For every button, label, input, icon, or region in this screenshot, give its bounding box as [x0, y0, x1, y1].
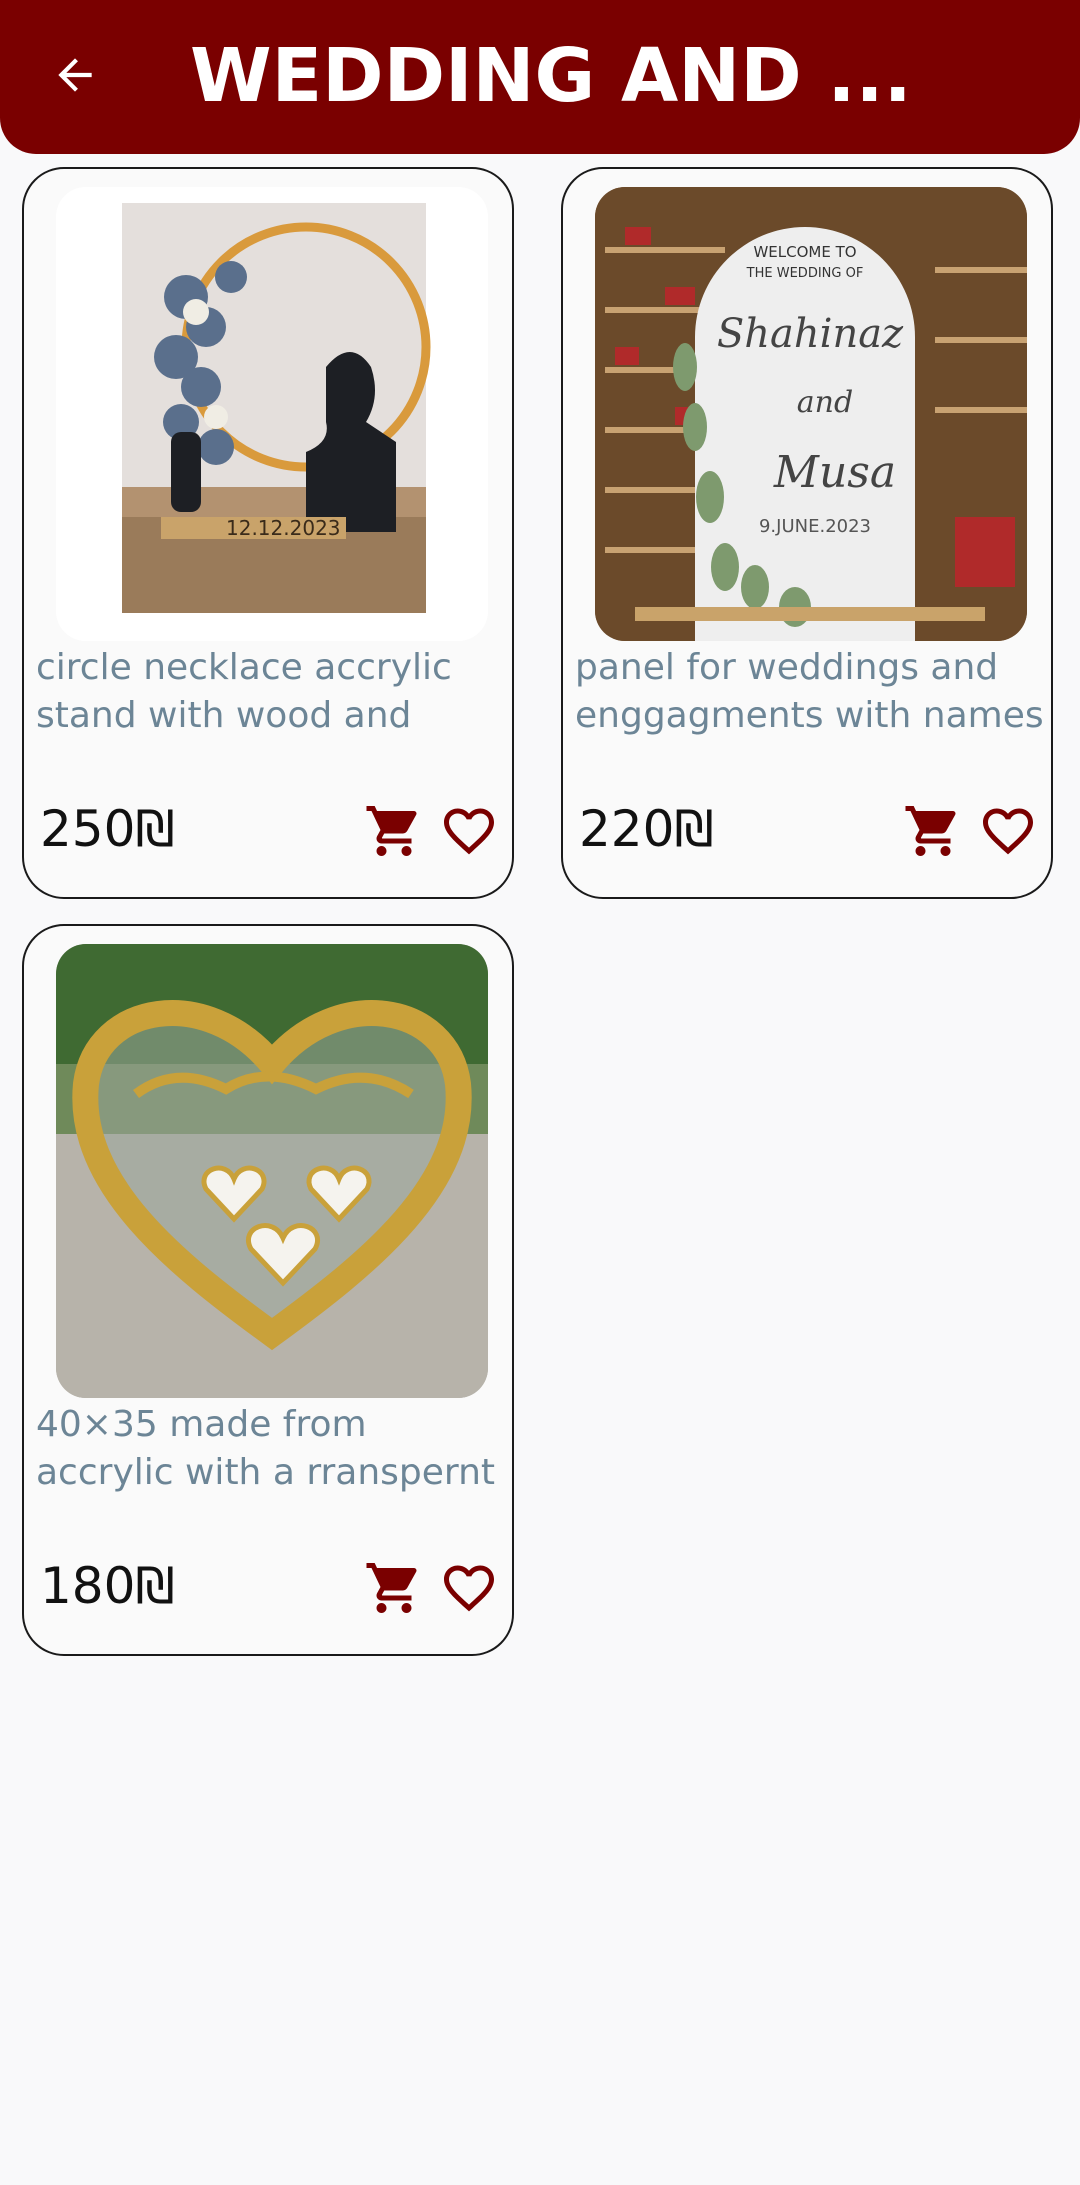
page-title: WEDDING AND ...: [190, 33, 912, 119]
product-card[interactable]: 40×35 made from accrylic with a rransper…: [22, 924, 514, 1656]
add-to-cart-button[interactable]: [364, 801, 424, 861]
heart-outline-icon: [444, 808, 494, 855]
shopping-cart-icon: [366, 1563, 417, 1613]
image-text-line2: THE WEDDING OF: [746, 266, 864, 281]
shopping-cart-icon: [905, 806, 956, 856]
product-price: 220₪: [579, 800, 714, 858]
app-bar: WEDDING AND ...: [0, 0, 1080, 154]
add-to-cart-button[interactable]: [903, 801, 963, 861]
image-text-and: and: [797, 385, 853, 420]
image-text-line1: WELCOME TO: [753, 243, 856, 261]
product-description: circle necklace accrylic stand with wood…: [36, 647, 452, 736]
product-image[interactable]: 12.12.2023: [56, 187, 488, 641]
product-description: panel for weddings and enggagments with …: [575, 647, 1044, 736]
image-date-text: 12.12.2023: [226, 516, 341, 540]
product-card[interactable]: WELCOME TO THE WEDDING OF Shahinaz and M…: [561, 167, 1053, 899]
heart-outline-icon: [983, 808, 1033, 855]
shopping-cart-icon: [366, 806, 417, 856]
product-price: 250₪: [40, 800, 175, 858]
back-button[interactable]: [40, 40, 110, 110]
favorite-button[interactable]: [439, 801, 499, 861]
product-card[interactable]: 12.12.2023 circle necklace accrylic stan…: [22, 167, 514, 899]
arrow-left-icon: [58, 58, 92, 92]
product-description: 40×35 made from accrylic with a rransper…: [36, 1404, 496, 1493]
favorite-button[interactable]: [439, 1558, 499, 1618]
product-price: 180₪: [40, 1557, 175, 1615]
add-to-cart-button[interactable]: [364, 1558, 424, 1618]
image-text-date: 9.JUNE.2023: [759, 516, 871, 537]
heart-outline-icon: [444, 1565, 494, 1612]
product-image[interactable]: [56, 944, 488, 1398]
favorite-button[interactable]: [978, 801, 1038, 861]
image-text-name1: Shahinaz: [717, 311, 904, 357]
image-text-name2: Musa: [773, 447, 896, 498]
product-image[interactable]: WELCOME TO THE WEDDING OF Shahinaz and M…: [595, 187, 1027, 641]
